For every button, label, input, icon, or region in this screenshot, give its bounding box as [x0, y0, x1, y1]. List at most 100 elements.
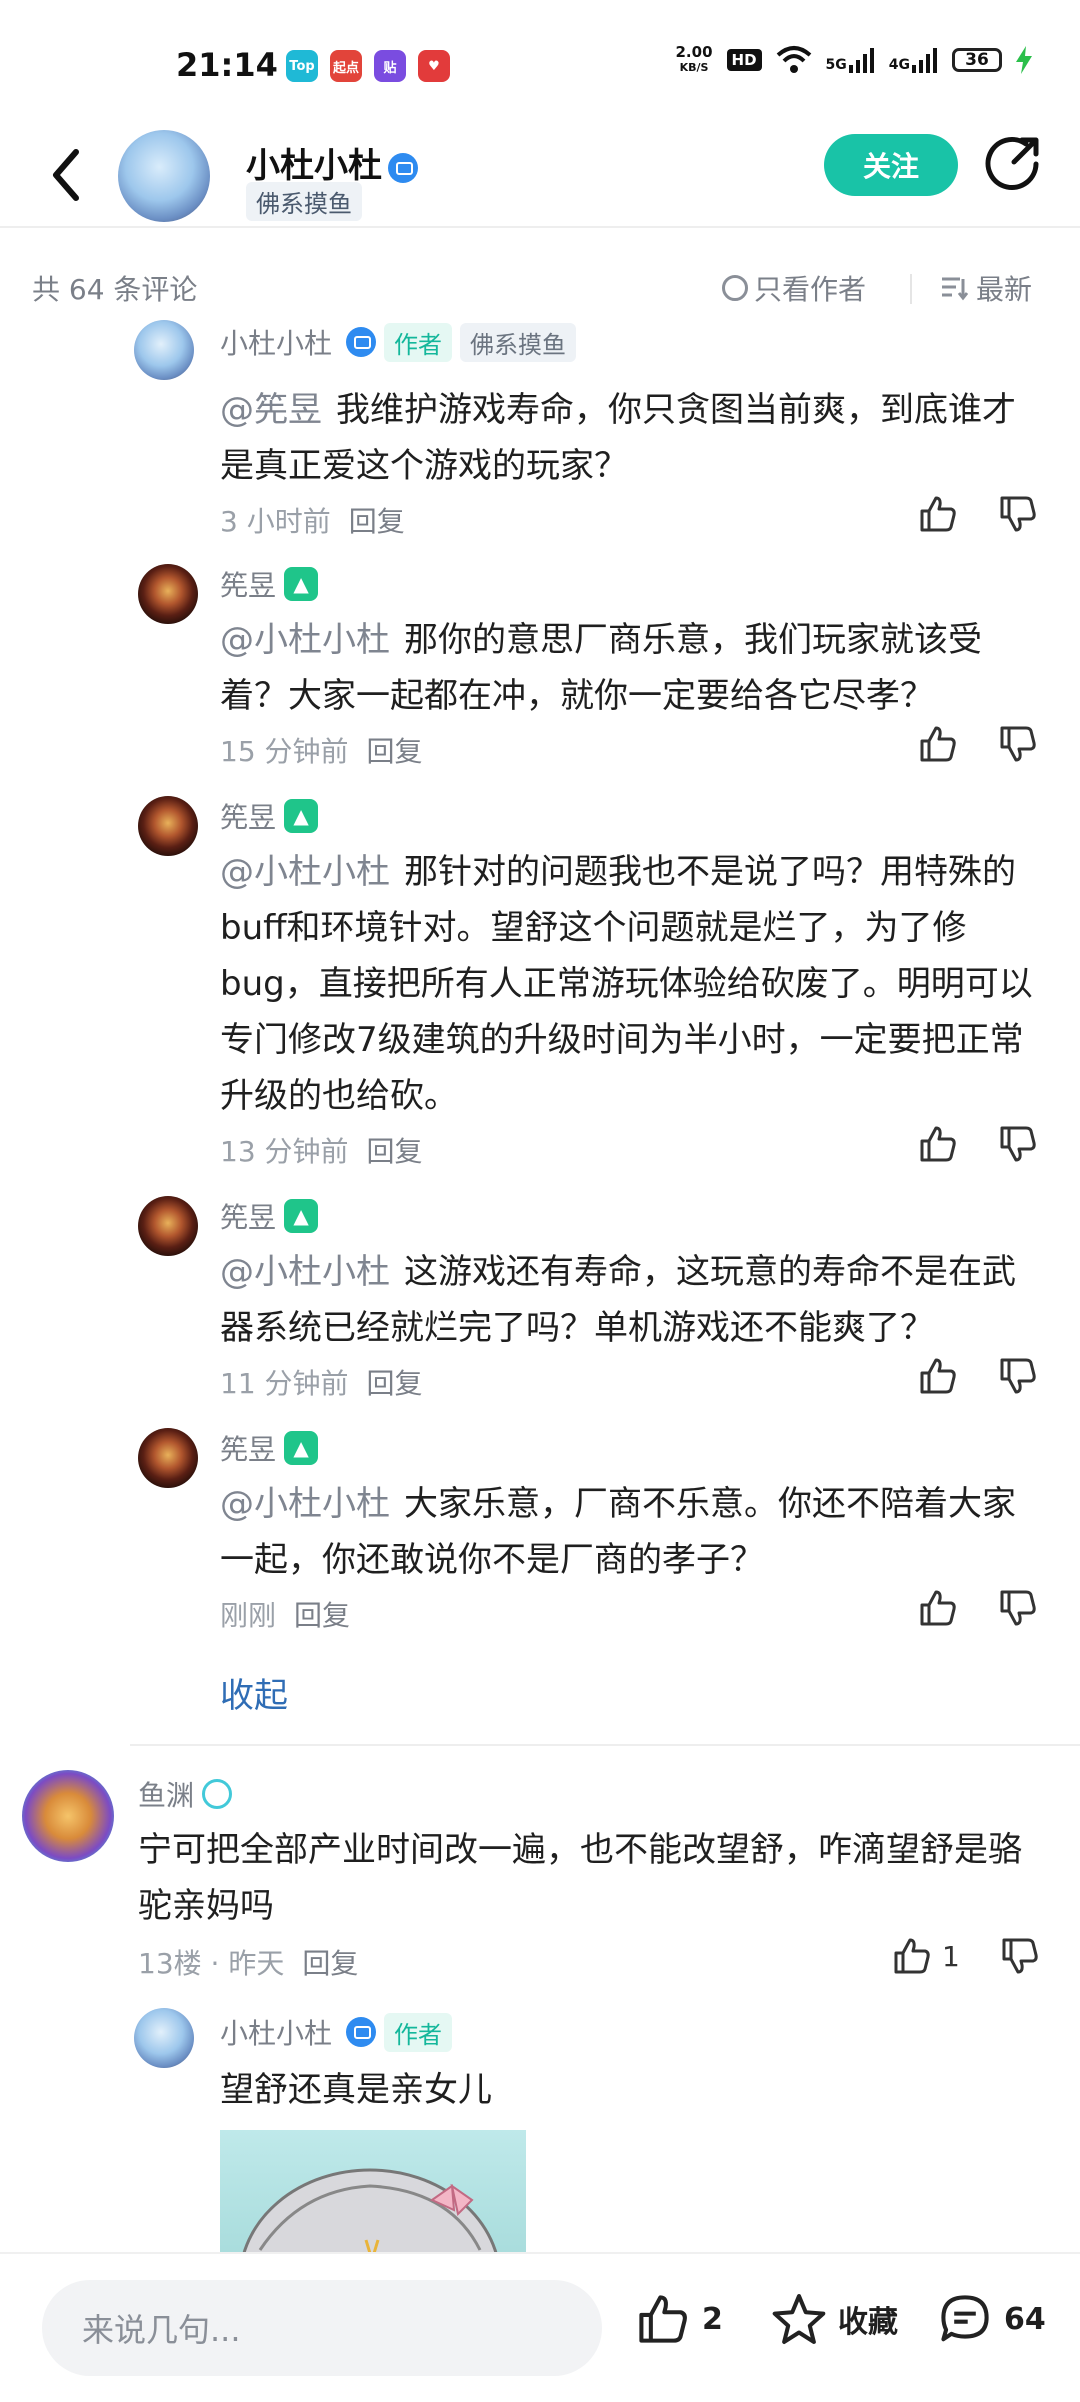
comment-text: @小杜小杜 那你的意思厂商乐意，我们玩家就该受着？大家一起都在冲，就你一定要给各它…	[220, 620, 982, 716]
comment-time: 刚刚	[220, 1599, 277, 1632]
comment-meta: 3 小时前 回复	[220, 500, 405, 540]
thumbs-down-icon[interactable]	[998, 1588, 1038, 1628]
status-time: 21:14	[176, 46, 278, 84]
reply-button[interactable]: 回复	[294, 1594, 350, 1634]
thumbs-down-icon[interactable]	[998, 724, 1038, 764]
mention[interactable]: @小杜小杜	[220, 1484, 390, 1524]
thumbs-up-icon[interactable]	[918, 724, 958, 764]
avatar[interactable]	[138, 564, 198, 624]
reply-comment: 小杜小杜 作者 佛系摸鱼 @筅昱 我维护游戏寿命，你只贪图当前爽，到底谁才是真正爱…	[0, 320, 1080, 540]
level-badge-icon: ▲	[284, 1199, 319, 1233]
author-badge: 作者	[384, 322, 453, 362]
comment-input[interactable]: 来说几句...	[42, 2280, 602, 2376]
comment-image[interactable]	[220, 2130, 526, 2260]
signal-5g-icon: 5G	[826, 47, 875, 73]
star-icon	[772, 2294, 826, 2344]
collapse-replies-button[interactable]: 收起	[220, 1668, 288, 1717]
author-name[interactable]: 小杜小杜	[246, 138, 418, 187]
mention[interactable]: @筅昱	[220, 390, 322, 430]
mention[interactable]: @小杜小杜	[220, 620, 390, 660]
vote-buttons	[918, 1588, 1038, 1628]
avatar[interactable]	[138, 1196, 198, 1256]
author-avatar[interactable]	[118, 130, 210, 222]
reply-button[interactable]: 回复	[349, 500, 405, 540]
avatar[interactable]	[134, 2008, 194, 2068]
qidian-app-icon: 起点	[330, 50, 362, 82]
sort-latest[interactable]: 最新	[940, 268, 1032, 308]
verified-icon	[346, 2017, 377, 2047]
avatar[interactable]	[134, 320, 194, 380]
comment-divider	[130, 1744, 1080, 1746]
comment-meta: 刚刚 回复	[220, 1594, 350, 1634]
heart-app-icon: ♥	[418, 50, 450, 82]
thumbs-up-icon[interactable]	[918, 1356, 958, 1396]
mention[interactable]: @小杜小杜	[220, 852, 390, 892]
follow-button[interactable]: 关注	[824, 134, 958, 196]
comment-bubble-icon	[941, 2295, 989, 2342]
reply-comment: 筅昱 ▲ @小杜小杜 大家乐意，厂商不乐意。你还不陪着大家一起，你还敢说你不是厂商的…	[0, 1424, 1080, 1634]
thumbs-up-icon[interactable]	[918, 494, 958, 534]
comment-text: 望舒还真是亲女儿	[220, 2070, 492, 2110]
comment-time: 11 分钟前	[220, 1367, 349, 1400]
reply-button[interactable]: 回复	[367, 1362, 423, 1402]
comment-text: 宁可把全部产业时间改一遍，也不能改望舒，咋滴望舒是骆驼亲妈吗	[138, 1830, 1022, 1926]
thumbs-up-icon	[639, 2295, 687, 2343]
vote-buttons	[918, 494, 1038, 534]
comment-meta: 15 分钟前 回复	[220, 730, 423, 770]
like-count: 1	[942, 1939, 960, 1973]
comment-time: 13楼 · 昨天	[138, 1947, 285, 1980]
comment-username[interactable]: 小杜小杜 作者	[220, 2012, 453, 2052]
comment-count: 共 64 条评论	[32, 273, 198, 306]
comment-meta: 13 分钟前 回复	[220, 1130, 423, 1170]
avatar[interactable]	[138, 1428, 198, 1488]
mention[interactable]: @小杜小杜	[220, 1252, 390, 1292]
comment-username[interactable]: 鱼渊	[138, 1774, 233, 1814]
thumbs-down-icon[interactable]	[998, 1124, 1038, 1164]
level-badge-icon: ▲	[284, 567, 319, 601]
bottom-action-bar: 来说几句... 2 收藏 64	[0, 2252, 1080, 2402]
thumbs-down-icon[interactable]	[998, 494, 1038, 534]
avatar[interactable]	[22, 1770, 114, 1862]
comments-count: 64	[1004, 2301, 1046, 2337]
verified-icon	[346, 327, 377, 357]
thumbs-down-icon[interactable]	[1000, 1936, 1040, 1976]
back-arrow-icon[interactable]	[44, 140, 94, 210]
comment-username[interactable]: 小杜小杜 作者 佛系摸鱼	[220, 322, 577, 362]
reply-button[interactable]: 回复	[302, 1942, 358, 1982]
collect-button[interactable]: 收藏	[772, 2292, 898, 2346]
level-badge-icon	[202, 1779, 233, 1809]
avatar[interactable]	[138, 796, 198, 856]
reply-comment: 筅昱 ▲ @小杜小杜 这游戏还有寿命，这玩意的寿命不是在武器系统已经就烂完了吗？单机…	[0, 1192, 1080, 1402]
only-author-toggle[interactable]: 只看作者	[722, 268, 866, 308]
thumbs-down-icon[interactable]	[998, 1356, 1038, 1396]
reply-comment: 小杜小杜 作者 望舒还真是亲女儿	[0, 2008, 1080, 2258]
radio-circle-icon	[722, 275, 748, 301]
reply-button[interactable]: 回复	[367, 730, 423, 770]
battery-icon: 36	[952, 48, 1002, 72]
reply-comment: 筅昱 ▲ @小杜小杜 那针对的问题我也不是说了吗？用特殊的buff和环境针对。望舒这…	[0, 792, 1080, 1172]
comment-username[interactable]: 筅昱 ▲	[220, 796, 319, 836]
like-count: 2	[702, 2301, 723, 2337]
comment-username[interactable]: 筅昱 ▲	[220, 564, 319, 604]
header: 小杜小杜 佛系摸鱼 关注	[0, 130, 1080, 230]
status-right: 2.00 KB/S HD 5G 4G 36	[676, 44, 1032, 76]
author-tag: 佛系摸鱼	[246, 182, 362, 221]
comment-text: @小杜小杜 大家乐意，厂商不乐意。你还不陪着大家一起，你还敢说你不是厂商的孝子？	[220, 1484, 1016, 1580]
top-app-icon: Top	[286, 50, 318, 82]
thumbs-up-icon[interactable]	[918, 1124, 958, 1164]
thumbs-up-icon[interactable]	[918, 1588, 958, 1628]
reply-button[interactable]: 回复	[367, 1130, 423, 1170]
comment-username[interactable]: 筅昱 ▲	[220, 1428, 319, 1468]
vote-buttons	[918, 724, 1038, 764]
anime-girl-image	[240, 2168, 500, 2260]
like-button[interactable]: 2	[636, 2292, 723, 2346]
comments-button[interactable]: 64	[938, 2292, 1046, 2346]
vote-buttons: 1	[892, 1936, 1040, 1976]
signal-4g-icon: 4G	[889, 47, 938, 73]
user-tag: 佛系摸鱼	[460, 322, 577, 362]
sort-icon	[942, 277, 968, 301]
share-icon[interactable]	[982, 132, 1044, 194]
comment-username[interactable]: 筅昱 ▲	[220, 1196, 319, 1236]
thumbs-up-icon[interactable]	[892, 1936, 932, 1976]
comment-meta: 13楼 · 昨天 回复	[138, 1942, 358, 1982]
